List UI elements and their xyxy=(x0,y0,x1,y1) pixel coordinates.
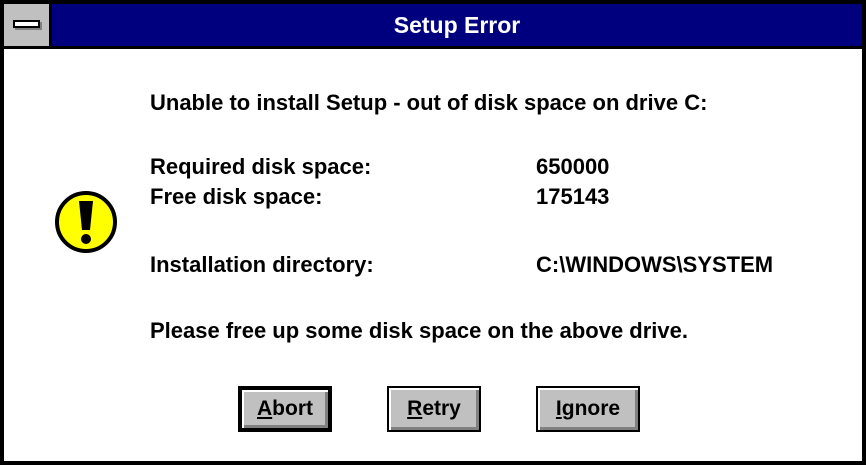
ignore-button[interactable]: Ignore xyxy=(536,386,640,432)
ignore-label: gnore xyxy=(561,397,621,420)
system-menu-icon[interactable] xyxy=(4,4,52,46)
instruction-text: Please free up some disk space on the ab… xyxy=(150,318,689,343)
window-title: Setup Error xyxy=(393,12,521,38)
retry-mnemonic: R xyxy=(407,397,423,420)
setup-error-dialog: Setup Error Unable to install Setup - ou… xyxy=(0,0,866,465)
abort-button[interactable]: Abort xyxy=(238,386,332,432)
required-space-label: Required disk space: xyxy=(150,154,372,179)
install-dir-value: C:\WINDOWS\SYSTEM xyxy=(536,252,774,277)
free-space-value: 175143 xyxy=(536,184,610,209)
retry-label: etry xyxy=(422,397,461,420)
free-space-label: Free disk space: xyxy=(150,184,323,209)
abort-mnemonic: A xyxy=(257,397,273,420)
retry-button[interactable]: Retry xyxy=(387,386,481,432)
required-space-value: 650000 xyxy=(536,154,610,179)
abort-label: bort xyxy=(272,397,313,420)
title-bar[interactable]: Setup Error xyxy=(4,4,862,49)
install-dir-label: Installation directory: xyxy=(150,252,374,277)
exclamation-icon xyxy=(55,191,117,253)
error-headline: Unable to install Setup - out of disk sp… xyxy=(150,90,708,115)
